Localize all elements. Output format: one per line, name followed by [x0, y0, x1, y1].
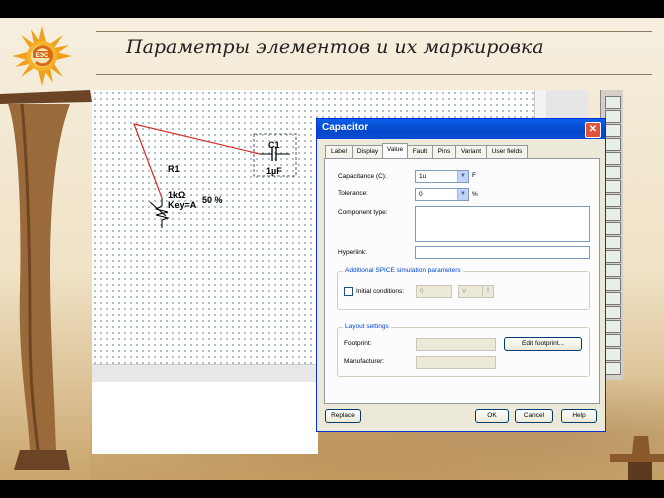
initial-conditions-field[interactable]: 0 — [416, 285, 452, 298]
tool-button[interactable] — [605, 236, 621, 249]
tab-pins[interactable]: Pins — [432, 145, 456, 158]
close-icon[interactable]: ✕ — [585, 122, 601, 138]
capacitance-value: 1u — [419, 173, 427, 180]
hyperlink-label: Hyperlink: — [338, 249, 367, 256]
manufacturer-label: Manufacturer: — [344, 358, 385, 365]
tool-button[interactable] — [605, 250, 621, 263]
tolerance-label: Tolerance: — [338, 190, 368, 197]
spreadsheet-area — [92, 382, 318, 454]
tool-button[interactable] — [605, 222, 621, 235]
tool-button[interactable] — [605, 320, 621, 333]
initial-conditions-unit-spinner[interactable]: V ⇕ — [458, 285, 494, 298]
capacitance-select[interactable]: 1u ▼ — [415, 170, 469, 183]
tolerance-unit: % — [472, 191, 478, 198]
capacitance-label: Capacitance (C): — [338, 173, 387, 180]
spice-group-label: Additional SPICE simulation parameters — [343, 267, 463, 274]
dialog-title: Capacitor — [322, 122, 369, 133]
spice-params-group: Additional SPICE simulation parameters I… — [337, 267, 590, 310]
dialog-titlebar[interactable]: Capacitor ✕ — [317, 119, 605, 139]
title-bottom-rule — [96, 74, 652, 75]
capacitor-dialog: Capacitor ✕ Label Display Value Fault Pi… — [316, 118, 606, 432]
tab-display[interactable]: Display — [352, 145, 383, 158]
tool-button[interactable] — [605, 334, 621, 347]
cancel-button[interactable]: Cancel — [515, 409, 553, 423]
tool-button[interactable] — [605, 208, 621, 221]
manufacturer-field[interactable] — [416, 356, 496, 369]
left-wooden-post — [0, 90, 92, 470]
tool-button[interactable] — [605, 194, 621, 207]
hyperlink-field[interactable] — [415, 246, 590, 259]
edit-footprint-button[interactable]: Edit footprint... — [504, 337, 582, 351]
layout-settings-group: Layout settings Footprint: Edit footprin… — [337, 323, 590, 377]
capacitor-value-label: 1µF — [266, 166, 282, 176]
initial-conditions-unit: V — [462, 288, 467, 295]
capacitor-ref-label: C1 — [268, 140, 280, 150]
tool-button[interactable] — [605, 348, 621, 361]
resistor-percent-label: 50 % — [202, 195, 223, 205]
tab-user-fields[interactable]: User fields — [486, 145, 528, 158]
footprint-label: Footprint: — [344, 340, 372, 347]
tool-button[interactable] — [605, 362, 621, 375]
tool-button[interactable] — [605, 180, 621, 193]
top-letterbox — [0, 0, 664, 18]
chevron-down-icon[interactable]: ▼ — [457, 171, 468, 182]
resistor-ref-label: R1 — [168, 164, 180, 174]
slide-title: Параметры элементов и их маркировка — [126, 36, 544, 58]
layout-group-label: Layout settings — [343, 323, 391, 330]
chevron-down-icon[interactable]: ▼ — [457, 189, 468, 200]
capacitance-unit: F — [472, 172, 476, 179]
tab-fault[interactable]: Fault — [407, 145, 433, 158]
svg-text:ЕЭС: ЕЭС — [36, 53, 49, 59]
tab-value[interactable]: Value — [382, 143, 408, 159]
horizontal-scrollbar[interactable] — [92, 364, 318, 383]
company-logo: ЕЭС — [12, 26, 72, 86]
tab-label[interactable]: Label — [325, 145, 353, 158]
spinner-arrows-icon[interactable]: ⇕ — [482, 286, 493, 297]
tolerance-value: 0 — [419, 191, 423, 198]
initial-conditions-checkbox[interactable] — [344, 287, 353, 296]
tool-button[interactable] — [605, 166, 621, 179]
value-tab-panel: Capacitance (C): 1u ▼ F Tolerance: 0 ▼ %… — [324, 158, 600, 404]
help-button[interactable]: Help — [561, 409, 597, 423]
tool-button[interactable] — [605, 306, 621, 319]
tolerance-select[interactable]: 0 ▼ — [415, 188, 469, 201]
resistor-value-label: 1kΩ — [168, 190, 186, 200]
tool-button[interactable] — [605, 278, 621, 291]
title-top-rule — [96, 31, 652, 32]
tool-button[interactable] — [605, 96, 621, 109]
tool-button[interactable] — [605, 110, 621, 123]
tool-button[interactable] — [605, 292, 621, 305]
bottom-letterbox — [0, 480, 664, 498]
component-type-label: Component type: — [338, 209, 388, 216]
tab-variant[interactable]: Variant — [455, 145, 487, 158]
right-wooden-post — [610, 436, 664, 480]
replace-button[interactable]: Replace — [325, 409, 361, 423]
tool-button[interactable] — [605, 124, 621, 137]
tool-button[interactable] — [605, 138, 621, 151]
initial-conditions-label: Initial conditions: — [356, 288, 405, 295]
ok-button[interactable]: OK — [475, 409, 509, 423]
tool-button[interactable] — [605, 264, 621, 277]
footprint-field[interactable] — [416, 338, 496, 351]
resistor-key-label: Key=A — [168, 200, 197, 210]
tool-button[interactable] — [605, 152, 621, 165]
component-type-field[interactable] — [415, 206, 590, 242]
